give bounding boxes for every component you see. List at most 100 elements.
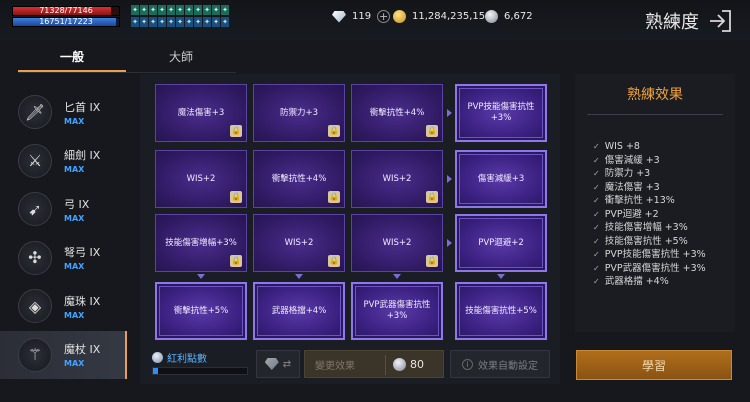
mastery-node[interactable]: PVP技能傷害抗性 +3% <box>455 84 547 142</box>
mastery-node[interactable]: 衝擊抗性+4% 🔒 <box>351 84 443 142</box>
weapon-item[interactable]: ⚔ 細劍 IX MAX <box>0 137 127 186</box>
buff-icon[interactable]: ✦ <box>140 5 148 15</box>
buff-icon[interactable]: ✦ <box>131 16 139 27</box>
mastery-node[interactable]: 傷害減緩+3 <box>455 150 547 208</box>
mastery-node-label: 衝擊抗性+4% <box>271 173 327 184</box>
effects-list: ✓ WIS +8 ✓ 傷害減緩 +3 ✓ 防禦力 +3 ✓ 魔法傷害 +3 ✓ 衝擊抗性 +13%… <box>593 140 706 289</box>
effect-item: ✓ 防禦力 +3 <box>593 167 706 181</box>
buff-icon[interactable]: ✦ <box>212 16 220 27</box>
buff-icon[interactable]: ✦ <box>140 16 148 27</box>
change-effect-button[interactable]: 變更效果 80 <box>304 350 444 378</box>
bonus-progress <box>152 367 248 375</box>
bonus-orb-icon <box>152 352 163 363</box>
lock-icon: 🔒 <box>426 255 438 267</box>
mastery-node-label: 技能傷害抗性+5% <box>465 305 537 316</box>
exit-icon[interactable] <box>708 10 732 32</box>
tab-master[interactable]: 大師 <box>127 42 235 72</box>
mastery-node-label: 技能傷害增幅+3% <box>165 237 237 248</box>
mastery-node[interactable]: 衝擊抗性+5% <box>155 282 247 340</box>
check-icon: ✓ <box>593 209 600 219</box>
tab-general[interactable]: 一般 <box>18 42 126 72</box>
buff-icon[interactable]: ✦ <box>176 16 184 27</box>
mastery-node[interactable]: WIS+2 🔒 <box>351 150 443 208</box>
add-diamond-icon[interactable]: + <box>377 10 391 23</box>
lock-icon: 🔒 <box>426 191 438 203</box>
buff-icon[interactable]: ✦ <box>149 16 157 27</box>
swap-button[interactable]: ⇄ <box>256 350 300 378</box>
weapon-list: 🗡 匕首 IX MAX ⚔ 細劍 IX MAX ➹ 弓 IX MAX ✣ 弩弓 IX MAX ◈ 魔珠 I… <box>0 88 127 379</box>
mastery-node[interactable]: PVP武器傷害抗性 +3% <box>351 282 443 340</box>
mastery-node[interactable]: WIS+2 🔒 <box>351 214 443 272</box>
weapon-max-badge: MAX <box>64 116 85 126</box>
effect-item: ✓ PVP迴避 +2 <box>593 208 706 222</box>
mastery-node-label: WIS+2 <box>186 173 216 184</box>
mastery-node[interactable]: PVP迴避+2 <box>455 214 547 272</box>
mastery-node[interactable]: 魔法傷害+3 🔒 <box>155 84 247 142</box>
buff-icon[interactable]: ✦ <box>158 5 166 15</box>
buff-icon[interactable]: ✦ <box>221 5 229 15</box>
check-icon: ✓ <box>593 142 600 151</box>
buff-icon[interactable]: ✦ <box>203 5 211 15</box>
effect-item: ✓ 傷害減緩 +3 <box>593 154 706 168</box>
weapon-item[interactable]: 🗡 匕首 IX MAX <box>0 88 127 137</box>
buff-icon[interactable]: ✦ <box>176 5 184 15</box>
buff-icon[interactable]: ✦ <box>221 16 229 27</box>
diamond-count: 119 <box>352 11 372 22</box>
weapon-text: 匕首 IX MAX <box>64 99 100 126</box>
mastery-node-label: PVP技能傷害抗性 +3% <box>467 102 535 123</box>
weapon-item[interactable]: ➹ 弓 IX MAX <box>0 185 127 234</box>
weapon-item[interactable]: ◈ 魔珠 IX MAX <box>0 282 127 331</box>
buff-icon[interactable]: ✦ <box>131 5 139 15</box>
effect-item: ✓ WIS +8 <box>593 140 706 154</box>
weapon-max-badge: MAX <box>64 359 85 369</box>
mastery-node-label: WIS+2 <box>382 173 412 184</box>
weapon-text: 弓 IX MAX <box>64 196 89 223</box>
buff-icon[interactable]: ✦ <box>212 5 220 15</box>
lock-icon: 🔒 <box>426 125 438 137</box>
mastery-node[interactable]: WIS+2 🔒 <box>253 214 345 272</box>
auto-set-button[interactable]: i 效果自動設定 <box>450 350 550 378</box>
buff-icon[interactable]: ✦ <box>194 16 202 27</box>
buff-icon[interactable]: ✦ <box>167 16 175 27</box>
weapon-text: 弩弓 IX MAX <box>64 244 100 271</box>
mastery-node[interactable]: 防禦力+3 🔒 <box>253 84 345 142</box>
weapon-name: 弩弓 IX <box>64 246 101 260</box>
bonus-label: 紅利點數 <box>167 354 207 365</box>
buff-icon[interactable]: ✦ <box>203 16 211 27</box>
effect-item: ✓ 魔法傷害 +3 <box>593 181 706 195</box>
weapon-item[interactable]: ✣ 弩弓 IX MAX <box>0 234 127 283</box>
lock-icon: 🔒 <box>230 191 242 203</box>
orb-icon: ◈ <box>18 289 52 324</box>
change-effect-label: 變更效果 <box>315 360 355 372</box>
path-arrow <box>447 239 452 247</box>
hp-text: 71328/77146 <box>39 6 93 15</box>
check-icon: ✓ <box>593 169 600 178</box>
weapon-name: 細劍 IX <box>64 149 101 163</box>
tab-divider <box>18 72 236 73</box>
buff-icon[interactable]: ✦ <box>194 5 202 15</box>
mastery-node[interactable]: 技能傷害增幅+3% 🔒 <box>155 214 247 272</box>
mastery-grid: 魔法傷害+3 🔒 防禦力+3 🔒 衝擊抗性+4% 🔒 PVP技能傷害抗性 +3% WIS+2 🔒… <box>140 74 560 384</box>
learn-button[interactable]: 學習 <box>576 350 732 380</box>
mastery-node[interactable]: 武器格擋+4% <box>253 282 345 340</box>
weapon-text: 細劍 IX MAX <box>64 147 100 174</box>
buff-icon[interactable]: ✦ <box>185 16 193 27</box>
buff-icon[interactable]: ✦ <box>185 5 193 15</box>
mastery-node[interactable]: 技能傷害抗性+5% <box>455 282 547 340</box>
mastery-node[interactable]: WIS+2 🔒 <box>155 150 247 208</box>
buff-icon[interactable]: ✦ <box>149 5 157 15</box>
effect-item: ✓ 技能傷害增幅 +3% <box>593 221 706 235</box>
mp-text: 16751/17223 <box>39 17 93 26</box>
buff-icons[interactable]: ✦ ✦ ✦ ✦ ✦ ✦ ✦ ✦ ✦ ✦ ✦ ✦ ✦ ✦ ✦ ✦ ✦ ✦ ✦ ✦ ✦ ✦ <box>131 5 235 27</box>
buff-icon[interactable]: ✦ <box>158 16 166 27</box>
check-icon: ✓ <box>593 155 600 165</box>
path-arrow <box>447 175 452 183</box>
check-icon: ✓ <box>593 250 600 259</box>
effect-item: ✓ PVP武器傷害抗性 +3% <box>593 262 706 276</box>
wand-icon: ⚚ <box>18 337 52 372</box>
buff-icon[interactable]: ✦ <box>167 5 175 15</box>
weapon-item[interactable]: ⚚ 魔杖 IX MAX <box>0 330 127 379</box>
effects-divider <box>587 114 723 115</box>
change-cost: 80 <box>393 357 424 371</box>
mastery-node[interactable]: 衝擊抗性+4% 🔒 <box>253 150 345 208</box>
